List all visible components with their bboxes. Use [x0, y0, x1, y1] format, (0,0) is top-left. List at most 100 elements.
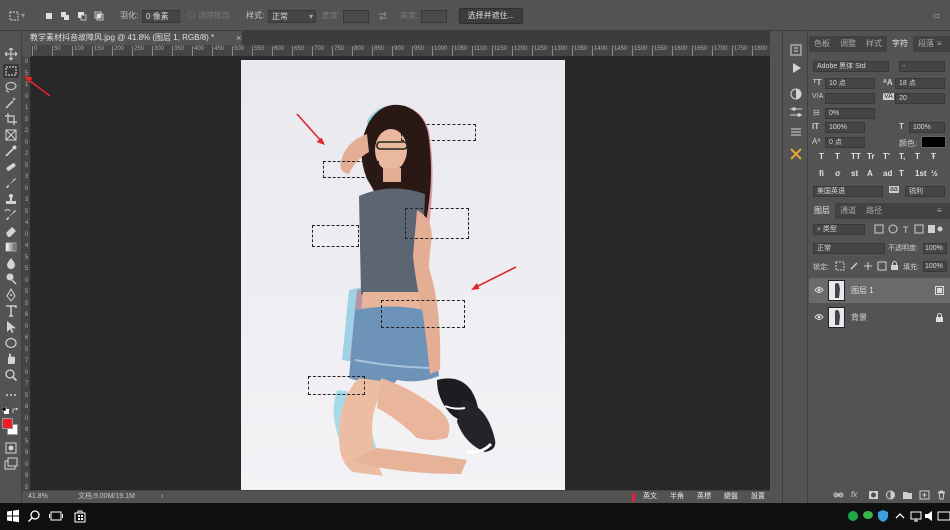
- intersect-selection-icon[interactable]: [94, 11, 104, 21]
- properties-panel-icon[interactable]: [788, 125, 804, 139]
- link-layers-icon[interactable]: [833, 490, 844, 500]
- delete-layer-icon[interactable]: [936, 490, 947, 500]
- lock-artboard-icon[interactable]: [877, 261, 887, 271]
- layers-menu-icon[interactable]: ≡: [937, 206, 942, 215]
- quick-mask-icon[interactable]: [3, 441, 19, 455]
- new-selection-icon[interactable]: [44, 11, 54, 21]
- leading-field[interactable]: 18 点: [895, 78, 945, 89]
- close-tab-icon[interactable]: ×: [236, 31, 241, 45]
- search-icon[interactable]: [27, 509, 41, 523]
- zoom-tool-icon[interactable]: [3, 368, 19, 382]
- pixel-filter-icon[interactable]: [874, 224, 884, 234]
- task-view-icon[interactable]: [49, 509, 63, 523]
- text-style-button[interactable]: Tr: [867, 152, 875, 161]
- layer-row[interactable]: 背景: [809, 305, 950, 330]
- ime-item[interactable]: 半角: [670, 491, 684, 503]
- eyedropper-tool-icon[interactable]: [3, 144, 19, 158]
- magic-wand-tool-icon[interactable]: [3, 96, 19, 110]
- document-tab[interactable]: 教学素材抖音故障风.jpg @ 41.8% (图层 1, RGB/8) *: [22, 31, 242, 45]
- document-image[interactable]: [241, 60, 565, 490]
- status-menu-arrow[interactable]: ›: [161, 491, 163, 503]
- filter-toggle-icon[interactable]: [937, 226, 943, 232]
- font-style-select[interactable]: -: [899, 61, 945, 72]
- opentype-button[interactable]: st: [851, 169, 858, 178]
- clone-stamp-tool-icon[interactable]: [3, 192, 19, 206]
- brush-tool-icon[interactable]: [3, 176, 19, 190]
- height-input[interactable]: [421, 10, 447, 23]
- selection-marquee-6[interactable]: [308, 376, 365, 395]
- windows-start-icon[interactable]: [6, 509, 20, 523]
- lock-position-icon[interactable]: [864, 262, 872, 270]
- text-style-button[interactable]: Ŧ: [931, 152, 936, 161]
- brush-settings-icon[interactable]: [788, 105, 804, 119]
- smart-object-filter-icon[interactable]: [928, 225, 935, 233]
- adjustment-filter-icon[interactable]: [888, 224, 898, 234]
- antialias-select[interactable]: 锐利: [905, 186, 945, 197]
- opentype-button[interactable]: fi: [819, 169, 824, 178]
- layer-style-icon[interactable]: fx: [851, 490, 862, 500]
- workspace-icon[interactable]: ▭: [933, 9, 941, 22]
- input-method-icon[interactable]: [937, 509, 950, 523]
- new-adjustment-layer-icon[interactable]: [885, 490, 896, 500]
- visibility-eye-icon[interactable]: [814, 312, 824, 322]
- network-icon[interactable]: [909, 509, 923, 523]
- frame-tool-icon[interactable]: [3, 128, 19, 142]
- horizontal-scale-field[interactable]: 100%: [909, 122, 945, 133]
- text-style-button[interactable]: T,: [899, 152, 905, 161]
- opentype-button[interactable]: ad: [883, 169, 892, 178]
- tray-wechat-icon[interactable]: [862, 509, 876, 523]
- lock-image-icon[interactable]: [850, 262, 858, 270]
- text-style-button[interactable]: T: [835, 152, 840, 161]
- tool-presets-icon[interactable]: [788, 147, 804, 161]
- ime-item[interactable]: 設置: [751, 491, 765, 503]
- type-filter-icon[interactable]: T: [903, 225, 909, 235]
- rectangular-marquee-tool-icon[interactable]: [3, 64, 19, 78]
- ime-item[interactable]: 英標: [697, 491, 711, 503]
- panel-tab[interactable]: 色板: [809, 36, 835, 52]
- layer-filter-select[interactable]: ⌕ 类型: [813, 224, 865, 235]
- opentype-button[interactable]: 1st: [915, 169, 927, 178]
- store-icon[interactable]: [73, 509, 87, 523]
- subtract-from-selection-icon[interactable]: [77, 11, 87, 21]
- feather-input[interactable]: 0 像素: [142, 10, 180, 23]
- add-to-selection-icon[interactable]: [60, 11, 70, 21]
- hand-tool-icon[interactable]: [3, 352, 19, 366]
- vertical-scale-field[interactable]: 100%: [825, 122, 865, 133]
- document-size[interactable]: 文档:9.00M/19.1M: [78, 491, 135, 503]
- gradient-tool-icon[interactable]: [3, 240, 19, 254]
- healing-brush-tool-icon[interactable]: [3, 160, 19, 174]
- panel-tab[interactable]: 图层: [809, 203, 835, 219]
- text-style-button[interactable]: TT: [851, 152, 861, 161]
- selection-marquee-5[interactable]: [381, 300, 465, 328]
- opentype-button[interactable]: T: [899, 169, 904, 178]
- opacity-field[interactable]: 100%: [923, 243, 947, 254]
- selection-marquee-1[interactable]: [401, 124, 476, 141]
- font-family-select[interactable]: Adobe 黑体 Std: [813, 61, 889, 72]
- dodge-tool-icon[interactable]: [3, 272, 19, 286]
- text-style-button[interactable]: T: [819, 152, 824, 161]
- shape-filter-icon[interactable]: [914, 224, 924, 234]
- blend-mode-select[interactable]: 正常: [813, 243, 885, 254]
- panel-menu-icon[interactable]: ≡: [937, 39, 942, 48]
- selection-marquee-2[interactable]: [323, 161, 379, 178]
- volume-icon[interactable]: [923, 509, 937, 523]
- tracking-field[interactable]: 20: [895, 93, 945, 104]
- panel-tab[interactable]: 段落: [913, 36, 939, 52]
- crop-tool-icon[interactable]: [3, 112, 19, 126]
- type-tool-icon[interactable]: [3, 304, 19, 318]
- layer-name[interactable]: 背景: [851, 305, 867, 330]
- new-layer-icon[interactable]: [919, 490, 930, 500]
- lock-all-icon[interactable]: [891, 265, 898, 270]
- history-panel-icon[interactable]: [788, 43, 804, 57]
- canvas-area[interactable]: [31, 57, 770, 490]
- preset-chevron-icon[interactable]: ▾: [21, 9, 25, 22]
- panel-tab[interactable]: 调整: [835, 36, 861, 52]
- more-tools-icon[interactable]: [3, 388, 19, 402]
- selection-marquee-4[interactable]: [312, 225, 359, 247]
- foreground-color-swatch[interactable]: [2, 418, 13, 429]
- tsume-field[interactable]: 0%: [825, 108, 875, 119]
- fill-field[interactable]: 100%: [923, 261, 947, 272]
- text-style-button[interactable]: T': [883, 152, 890, 161]
- swap-width-height-icon[interactable]: [378, 11, 388, 21]
- default-colors-icon[interactable]: [1, 406, 9, 414]
